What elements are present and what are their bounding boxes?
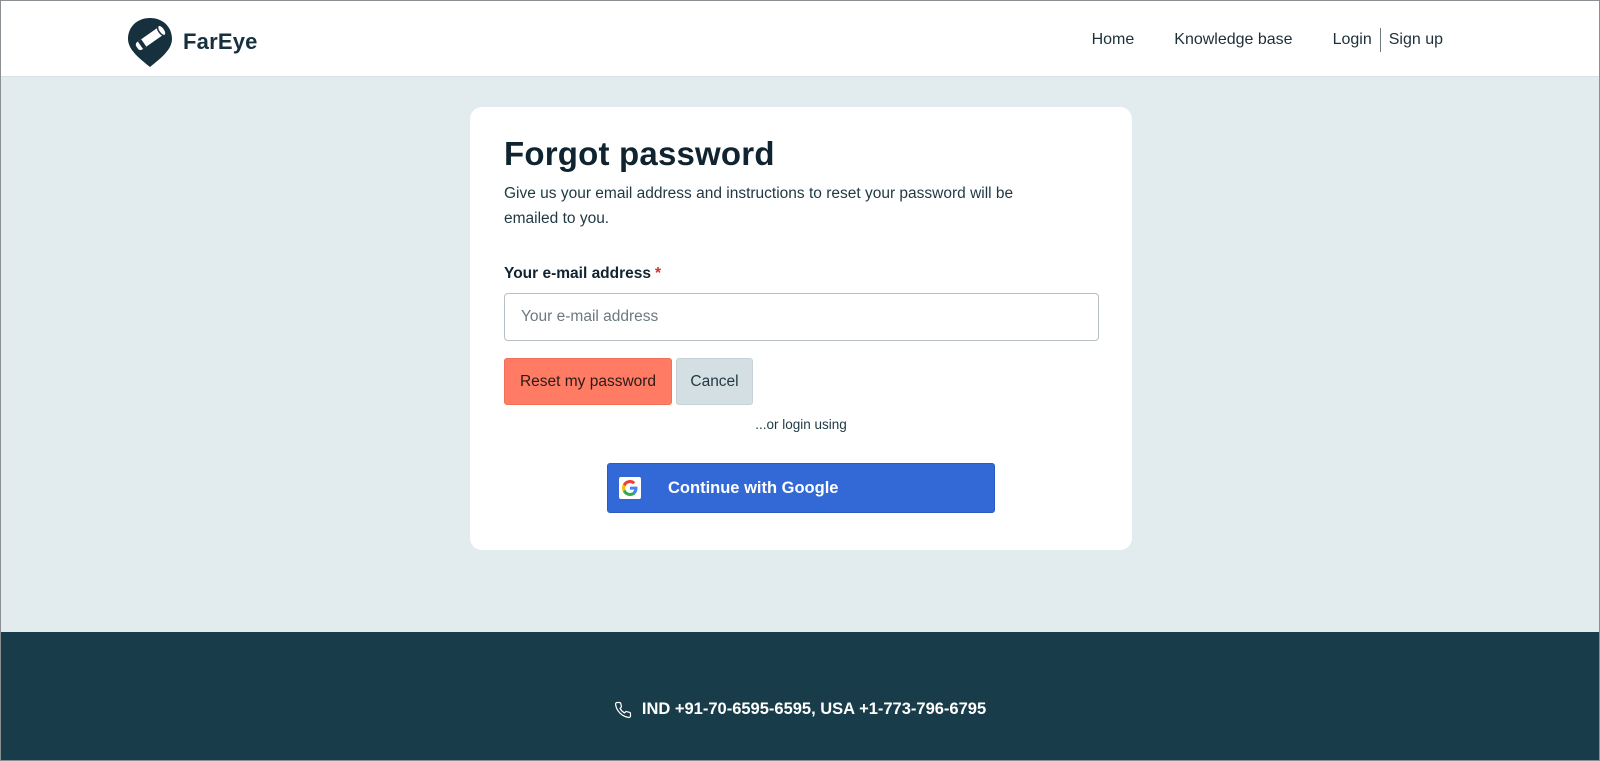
email-input[interactable] [504,293,1099,341]
email-label-text: Your e-mail address [504,265,652,282]
footer-contact-text: IND +91-70-6595-6595, USA +1-773-796-679… [641,700,987,718]
page-description: Give us your email address and instructi… [504,185,1014,227]
nav-signup-link[interactable]: Sign up [1389,31,1443,49]
logo[interactable]: FarEye [125,16,258,68]
nav-login-link[interactable]: Login [1333,31,1372,49]
required-marker: * [655,265,662,282]
email-field-label: Your e-mail address * [504,265,661,283]
google-icon [619,477,641,499]
site-footer: IND +91-70-6595-6595, USA +1-773-796-679… [1,632,1599,760]
alt-login-text: ...or login using [755,417,847,432]
nav-home-link[interactable]: Home [1092,31,1135,49]
page-title: Forgot password [504,135,775,172]
logo-text: FarEye [183,29,258,54]
reset-password-button[interactable]: Reset my password [504,358,672,405]
nav-knowledge-base-link[interactable]: Knowledge base [1174,31,1292,49]
google-login-button[interactable]: Continue with Google [607,463,995,513]
footer-contact: IND +91-70-6595-6595, USA +1-773-796-679… [1,700,1599,719]
google-button-label: Continue with Google [668,478,839,497]
site-header: FarEye Home Knowledge base Login Sign up [1,1,1599,77]
cancel-button[interactable]: Cancel [676,358,753,405]
forgot-password-card: Forgot password Give us your email addre… [470,107,1132,550]
main-nav: Home Knowledge base Login Sign up [1092,28,1443,52]
page-frame: FarEye Home Knowledge base Login Sign up… [0,0,1600,761]
phone-icon [614,701,631,718]
fareye-logo-icon [128,18,172,67]
nav-divider [1379,28,1381,52]
